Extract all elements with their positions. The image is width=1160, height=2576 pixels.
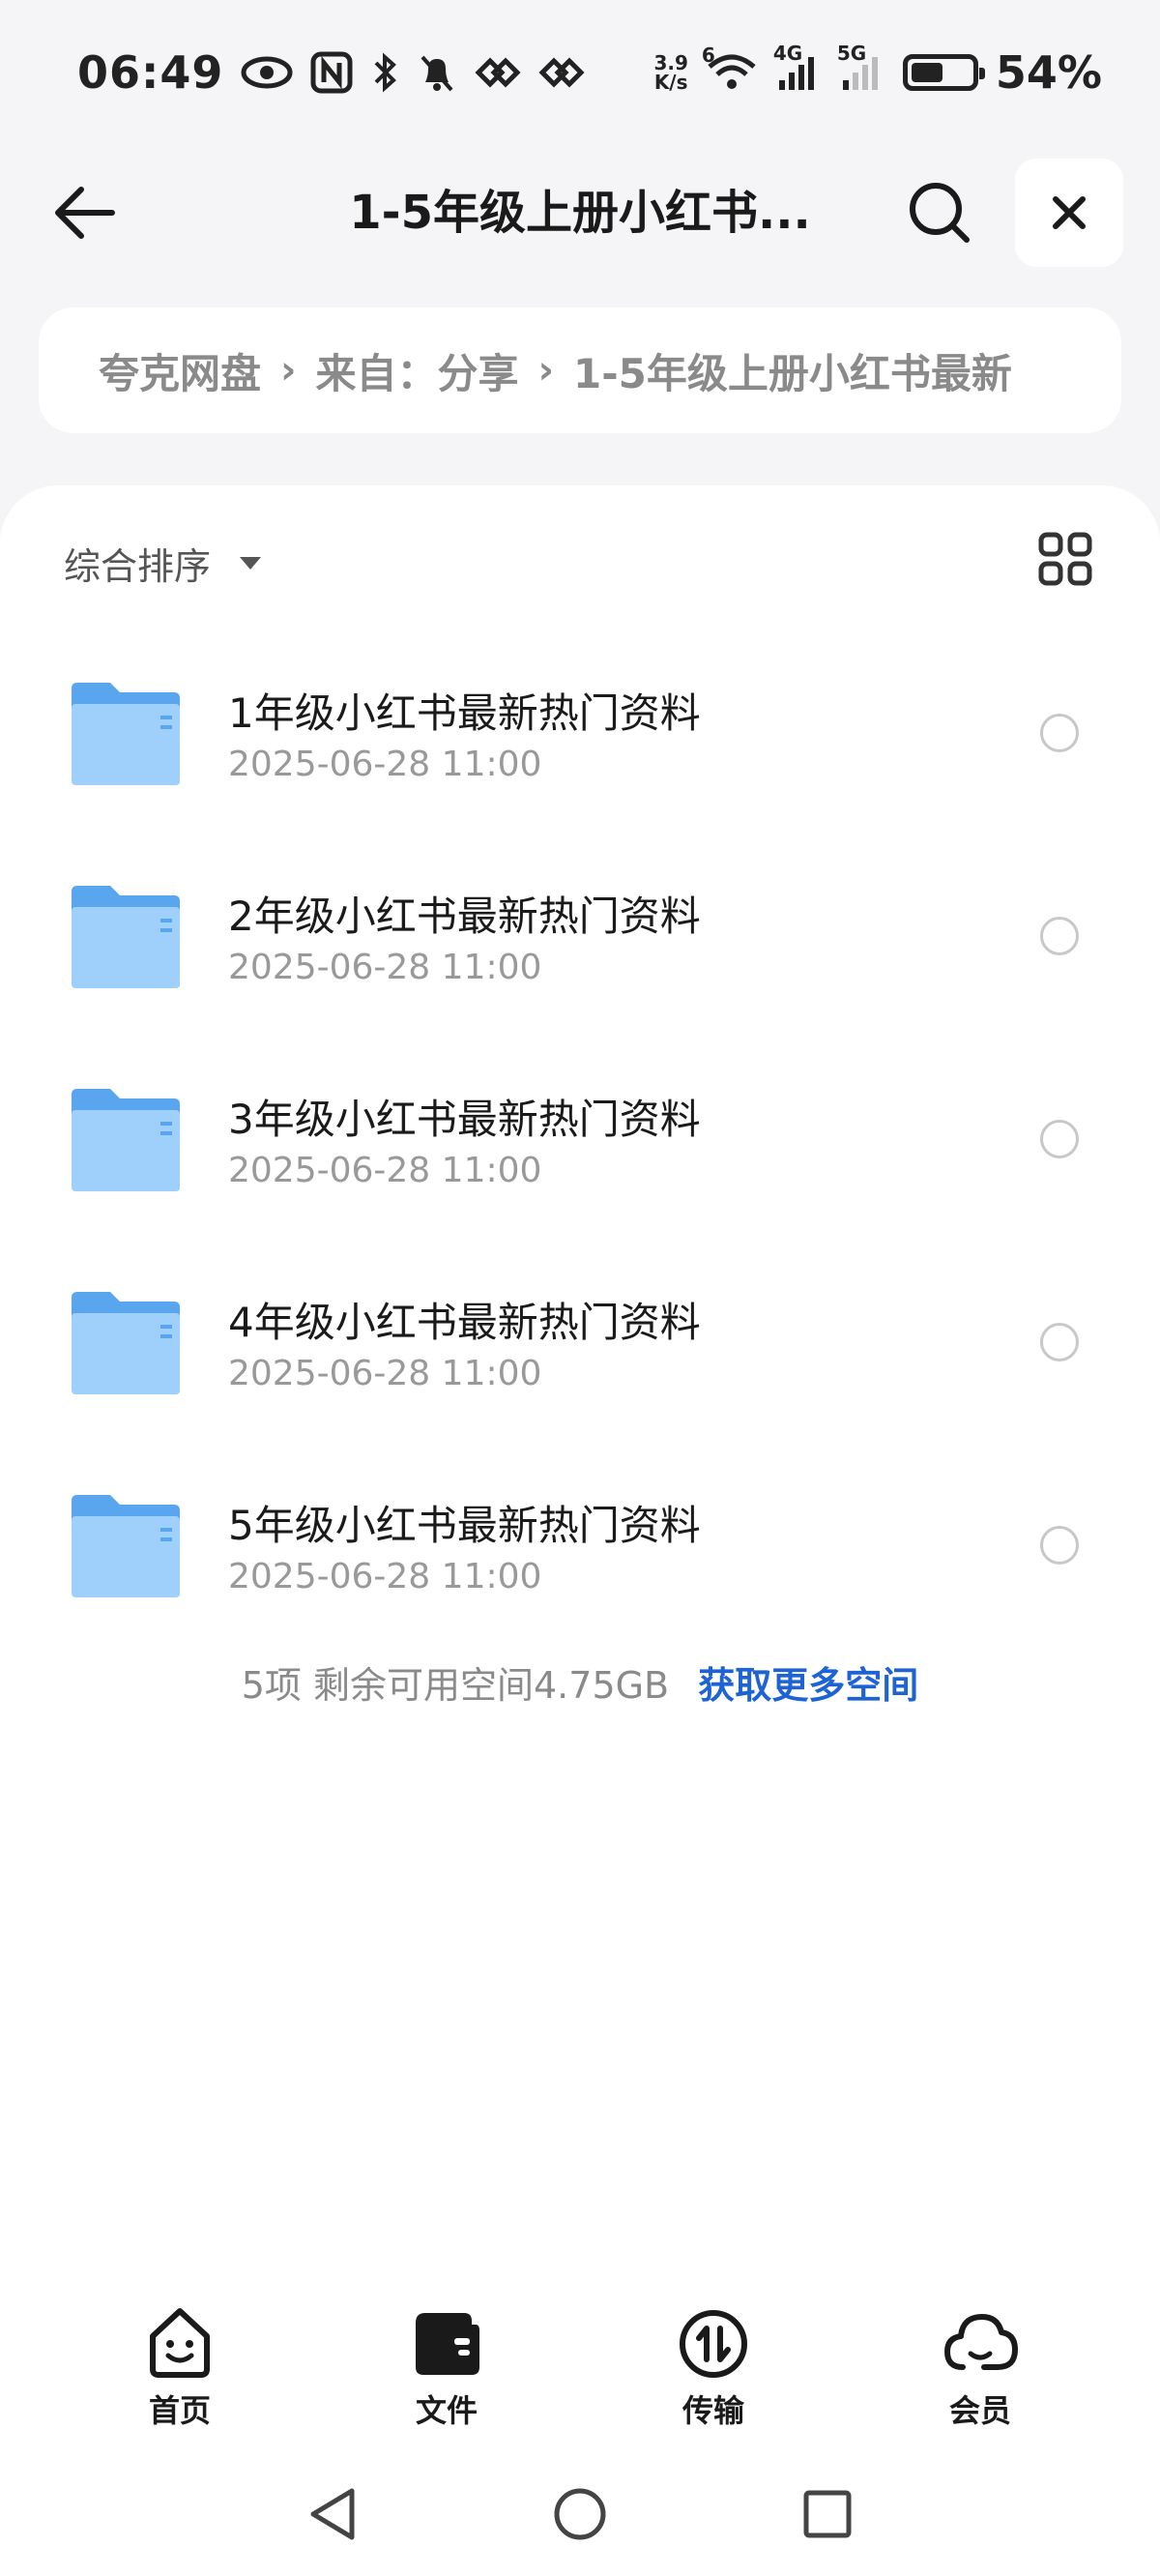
nav-label: 会员 [948,2392,1011,2429]
chevron-right-icon: › [537,348,554,393]
battery-percent: 54% [995,46,1102,99]
system-home-button[interactable] [551,2485,609,2543]
nav-item-home[interactable]: 首页 [102,2292,257,2437]
status-left: 06:49 [77,46,585,99]
net-speed: 3.9 K/s [653,53,687,92]
signal-4g-icon: 4G [773,42,822,92]
triangle-back-icon [310,2488,355,2540]
bell-muted-icon [417,51,457,94]
system-recents-button[interactable] [798,2485,856,2543]
caret-down-icon [240,556,262,570]
folder-icon [72,1495,180,1597]
file-date: 2025-06-28 11:00 [228,745,542,784]
select-radio[interactable] [1040,917,1079,955]
net-speed-unit: K/s [653,71,688,94]
file-name: 5年级小红书最新热门资料 [228,1502,701,1549]
sort-dropdown[interactable]: 综合排序 [64,534,262,592]
select-radio[interactable] [1040,1526,1079,1565]
list-item[interactable]: 2年级小红书最新热门资料 2025-06-28 11:00 [0,843,1160,1046]
file-date: 2025-06-28 11:00 [228,948,542,987]
breadcrumb-item-share[interactable]: 来自：分享 [316,341,519,400]
file-name: 3年级小红书最新热门资料 [228,1096,701,1143]
breadcrumb-item-current: 1-5年级上册小红书最新 [573,349,1012,397]
file-name: 2年级小红书最新热门资料 [228,893,701,940]
grid-view-button[interactable] [1038,532,1092,586]
nav-label: 首页 [148,2392,211,2429]
heart-link-icon [538,55,585,90]
signal1-label: 4G [772,42,803,65]
status-right: 3.9 K/s 6 4G 5G 54% [653,42,1102,99]
smile-home-icon [150,2308,210,2378]
list-item[interactable]: 5年级小红书最新热门资料 2025-06-28 11:00 [0,1452,1160,1655]
arrow-left-icon [55,187,115,239]
nfc-icon [310,51,353,94]
status-time: 06:49 [77,46,224,99]
heart-link-icon [475,55,521,90]
folder-icon [72,886,180,988]
grid-icon [1038,532,1092,586]
signal-5g-icon: 5G [837,42,885,92]
cloud-icon [944,2314,1018,2370]
wallet-folder-icon [416,2313,479,2375]
file-panel: 综合排序 1年级小红书最新热门资料 2025-06-28 11:00 2年级小红… [0,485,1160,2576]
transfer-icon [680,2310,747,2378]
bluetooth-icon [370,51,399,94]
chevron-right-icon: › [280,348,297,393]
square-recents-icon [803,2490,852,2538]
get-more-space-link[interactable]: 获取更多空间 [698,1664,918,1707]
file-name: 4年级小红书最新热门资料 [228,1299,701,1346]
battery-icon [902,54,985,91]
nav-item-files[interactable]: 文件 [369,2292,524,2437]
select-radio[interactable] [1040,1323,1079,1361]
summary-text: 5项 剩余可用空间4.75GB [241,1664,670,1707]
list-item[interactable]: 1年级小红书最新热门资料 2025-06-28 11:00 [0,640,1160,843]
system-nav-bar [0,2446,1160,2576]
folder-icon [72,1292,180,1394]
nav-item-transfer[interactable]: 传输 [636,2292,791,2437]
list-item[interactable]: 4年级小红书最新热门资料 2025-06-28 11:00 [0,1249,1160,1452]
wifi-sub-label: 6 [701,44,715,67]
page-title: 1-5年级上册小红书... [349,186,811,240]
header: 1-5年级上册小红书... [0,145,1160,280]
storage-summary: 5项 剩余可用空间4.75GB 获取更多空间 [0,1655,1160,1709]
file-date: 2025-06-28 11:00 [228,1354,542,1393]
close-icon [1053,196,1086,229]
search-icon [910,183,970,243]
list-item[interactable]: 3年级小红书最新热门资料 2025-06-28 11:00 [0,1046,1160,1249]
nav-item-member[interactable]: 会员 [903,2292,1058,2437]
sort-label: 综合排序 [64,544,212,588]
select-radio[interactable] [1040,714,1079,752]
signal2-label: 5G [836,42,867,65]
file-date: 2025-06-28 11:00 [228,1151,542,1190]
bottom-nav: 首页 文件 传输 会员 [0,2292,1160,2446]
system-back-button[interactable] [304,2485,362,2543]
breadcrumb: 夸克网盘 › 来自：分享 › 1-5年级上册小红书最新 [39,307,1121,433]
breadcrumb-item-root[interactable]: 夸克网盘 [99,341,261,400]
file-name: 1年级小红书最新热门资料 [228,689,701,737]
back-button[interactable] [50,184,118,242]
eye-icon [241,53,293,92]
select-radio[interactable] [1040,1120,1079,1158]
folder-icon [72,683,180,785]
file-list: 1年级小红书最新热门资料 2025-06-28 11:00 2年级小红书最新热门… [0,640,1160,1655]
folder-icon [72,1089,180,1191]
nav-label: 传输 [682,2392,744,2429]
circle-home-icon [554,2488,606,2540]
search-button[interactable] [907,180,972,246]
close-button[interactable] [1015,159,1123,267]
nav-label: 文件 [415,2392,478,2429]
status-bar: 06:49 3.9 K/s 6 4G 5G 54% [0,0,1160,145]
wifi-icon: 6 [702,44,758,92]
file-date: 2025-06-28 11:00 [228,1557,542,1596]
battery-fill [911,63,943,82]
